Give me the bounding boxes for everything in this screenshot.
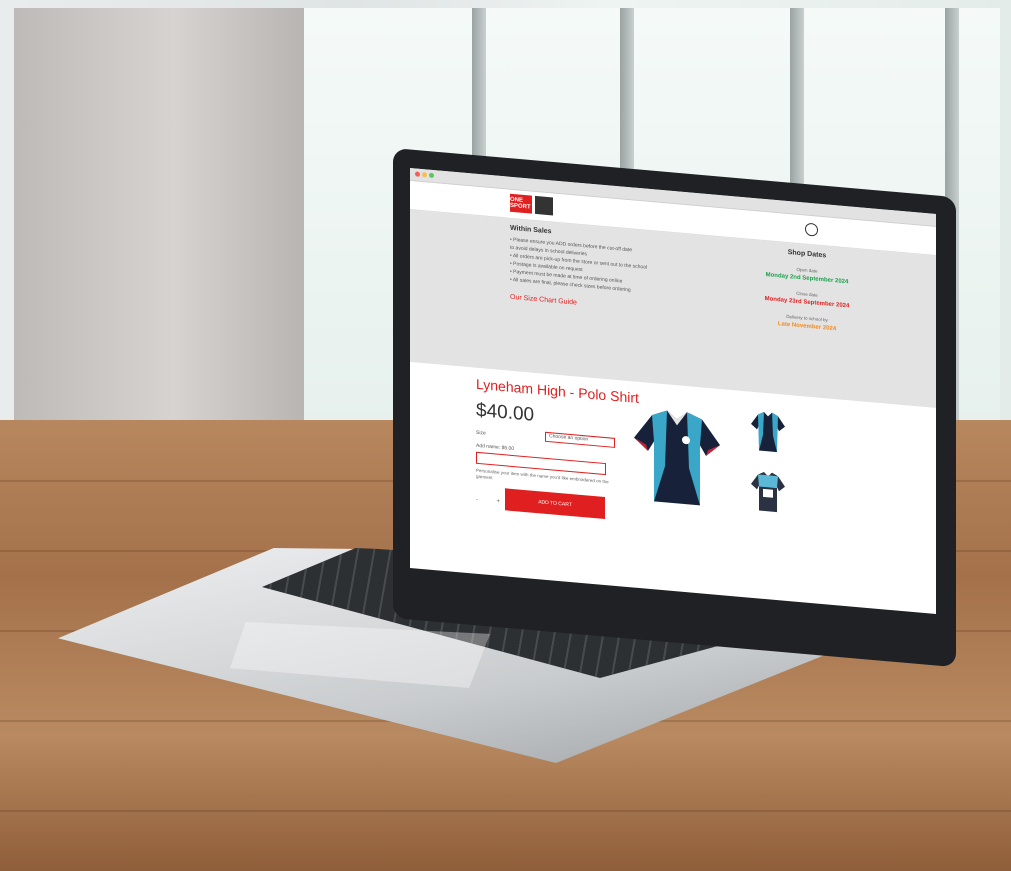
wall-pillar [14,8,304,478]
qty-minus-button[interactable]: - [476,497,478,503]
close-dot-icon[interactable] [415,171,420,177]
qty-plus-button[interactable]: + [496,499,500,505]
polo-shirt-thumb-back[interactable] [750,470,786,515]
logo-text: ONE SPORT [510,196,531,211]
minimize-dot-icon[interactable] [422,172,427,178]
size-select[interactable]: Choose an option [545,431,615,448]
maximize-dot-icon[interactable] [429,172,434,179]
polo-shirt-image[interactable] [632,403,722,511]
quantity-stepper[interactable]: - + [476,493,500,509]
polo-shirt-thumb-front[interactable] [750,410,786,455]
shop-dates: Shop Dates Open date Monday 2nd Septembe… [732,244,882,336]
size-label: Size [476,429,486,437]
logo-badge-icon [535,195,553,216]
shop-notes: Within Sales • Please ensure you ADD ord… [510,225,700,318]
laptop-screen: ONE SPORT Within Sales • Please ensure y… [410,168,936,615]
laptop-photo: ONE SPORT Within Sales • Please ensure y… [0,0,1011,871]
product-price: $40.00 [476,399,535,426]
add-to-cart-button[interactable]: ADD TO CART [505,488,605,520]
add-name-label: Add name: $5.00 [476,442,515,453]
site-logo[interactable]: ONE SPORT [510,193,553,216]
logo-mark-icon: ONE SPORT [510,193,532,214]
cart-icon[interactable] [805,222,818,237]
